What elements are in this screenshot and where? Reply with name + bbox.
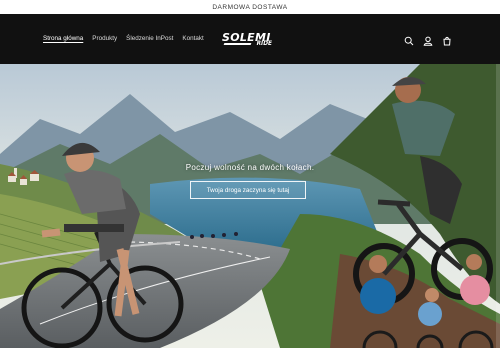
hero-heading: Poczuj wolność na dwóch kołach. xyxy=(185,163,315,172)
announcement-text: DARMOWA DOSTAWA xyxy=(212,3,288,11)
hero-image xyxy=(0,64,500,348)
logo-bottom: RIDE xyxy=(256,41,272,47)
site-header: Strona główna Produkty Śledzenie InPost … xyxy=(0,14,500,64)
main-nav: Strona główna Produkty Śledzenie InPost … xyxy=(43,35,204,42)
search-icon[interactable] xyxy=(404,33,414,46)
logo-swoosh xyxy=(223,43,252,45)
nav-home[interactable]: Strona główna xyxy=(43,35,83,42)
account-icon[interactable] xyxy=(423,33,433,46)
site-logo[interactable]: SOLEMI RIDE xyxy=(222,31,274,51)
nav-tracking[interactable]: Śledzenie InPost xyxy=(126,35,173,42)
cart-icon[interactable] xyxy=(442,33,452,46)
header-icons xyxy=(404,33,452,46)
nav-contact[interactable]: Kontakt xyxy=(182,35,203,42)
hero-cta-button[interactable]: Twoja droga zaczyna się tutaj xyxy=(190,181,306,199)
announcement-bar: DARMOWA DOSTAWA xyxy=(0,0,500,14)
nav-products[interactable]: Produkty xyxy=(92,35,117,42)
hero-banner: Poczuj wolność na dwóch kołach. Twoja dr… xyxy=(0,64,500,348)
scrollbar[interactable] xyxy=(496,64,500,348)
